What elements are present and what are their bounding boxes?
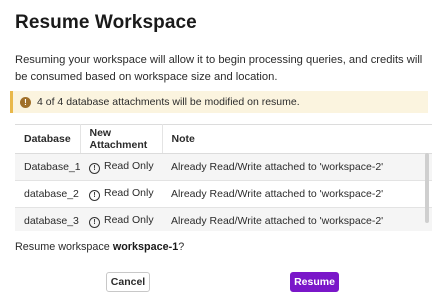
table-row: Database_1 ! Read Only Already Read/Write… (15, 153, 432, 181)
attachment-label: Read Only (104, 187, 154, 199)
table-header-row: Database New Attachment Note (15, 124, 432, 154)
info-icon: ! (20, 96, 31, 108)
column-header-new-attachment: New Attachment (80, 124, 163, 154)
attachment-label: Read Only (104, 160, 154, 172)
cell-database: database_2 (15, 180, 80, 208)
cell-attachment: ! Read Only (80, 180, 162, 208)
resume-button[interactable]: Resume (290, 272, 339, 292)
column-header-database: Database (15, 124, 81, 154)
cell-note: Already Read/Write attached to 'workspac… (162, 153, 432, 181)
info-circle-icon: ! (89, 163, 100, 174)
cancel-button[interactable]: Cancel (106, 272, 150, 292)
info-circle-icon: ! (89, 217, 100, 228)
info-circle-icon: ! (89, 190, 100, 201)
table-scrollbar[interactable] (425, 153, 429, 223)
confirm-text: Resume workspace workspace-1? (15, 241, 184, 253)
confirm-suffix: ? (178, 241, 185, 253)
confirm-prefix: Resume workspace (15, 241, 113, 253)
dialog-title: Resume Workspace (15, 12, 197, 33)
table-row: database_2 ! Read Only Already Read/Write… (15, 180, 432, 208)
cell-note: Already Read/Write attached to 'workspac… (162, 207, 432, 231)
cell-attachment: ! Read Only (80, 153, 162, 181)
column-header-note: Note (162, 124, 432, 154)
dialog-description: Resuming your workspace will allow it to… (15, 54, 423, 83)
cell-database: database_3 (15, 207, 80, 231)
confirm-workspace-name: workspace-1 (112, 241, 179, 253)
cell-database: Database_1 (15, 153, 80, 181)
cell-attachment: ! Read Only (80, 207, 162, 231)
resume-workspace-dialog: Resume Workspace Resuming your workspace… (0, 0, 446, 306)
cell-note: Already Read/Write attached to 'workspac… (162, 180, 432, 208)
warning-banner: ! 4 of 4 database attachments will be mo… (10, 91, 428, 113)
attachments-table: Database New Attachment Note Database_1 … (15, 124, 432, 231)
banner-text: 4 of 4 database attachments will be modi… (37, 96, 300, 108)
table-row: database_3 ! Read Only Already Read/Write… (15, 207, 432, 231)
attachment-label: Read Only (104, 214, 154, 226)
